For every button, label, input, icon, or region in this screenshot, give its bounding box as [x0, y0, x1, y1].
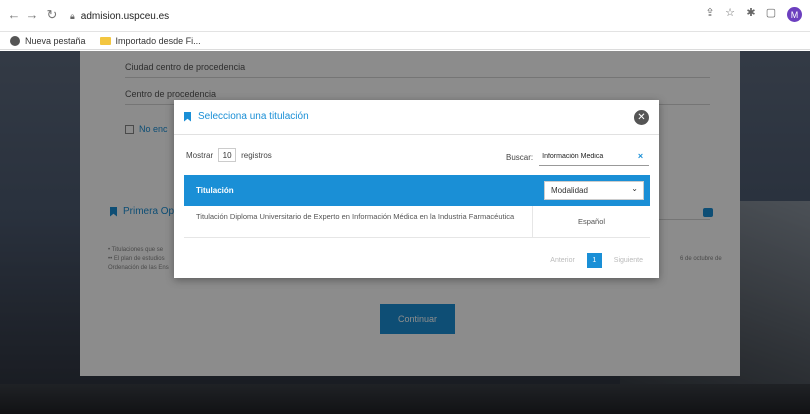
modal-header: Selecciona una titulación ✕: [174, 100, 659, 135]
globe-icon: [10, 35, 20, 46]
close-icon[interactable]: ✕: [634, 110, 649, 125]
entries-select[interactable]: 10: [218, 148, 237, 162]
pagination: Anterior 1 Siguiente: [550, 253, 643, 268]
show-label: Mostrar: [186, 150, 214, 160]
modality-select[interactable]: Modalidad ⌄: [544, 181, 644, 200]
browser-toolbar: ← → ↻ 🔒︎ admision.uspceu.es ⇪ ☆ ✱ ▢ M: [0, 0, 810, 32]
clear-icon[interactable]: ×: [638, 151, 643, 161]
profile-avatar[interactable]: M: [787, 7, 802, 22]
share-icon[interactable]: ⇪: [702, 6, 718, 19]
extensions-icon[interactable]: ✱: [743, 6, 759, 19]
table-row[interactable]: Titulación Diploma Universitario de Expe…: [184, 206, 650, 238]
row-title[interactable]: Titulación Diploma Universitario de Expe…: [196, 212, 526, 221]
search-label: Buscar:: [506, 152, 534, 162]
search-input[interactable]: [539, 148, 650, 166]
select-degree-modal: Selecciona una titulación ✕ Mostrar 10 r…: [174, 100, 659, 278]
reload-icon[interactable]: ↻: [44, 7, 60, 23]
col-title[interactable]: Titulación: [196, 186, 234, 195]
bookmark-new-tab[interactable]: Nueva pestaña: [10, 35, 86, 46]
star-icon[interactable]: ☆: [722, 6, 738, 19]
modal-title-row: Selecciona una titulación: [184, 111, 309, 122]
search-row: Buscar: ×: [506, 148, 650, 166]
avatar-letter: M: [790, 9, 799, 20]
next-page-button[interactable]: Siguiente: [614, 257, 643, 264]
bookmark-label: Nueva pestaña: [25, 35, 86, 46]
bookmark-imported[interactable]: Importado desde Fi...: [99, 35, 201, 46]
bookmarks-bar: Nueva pestaña Importado desde Fi...: [0, 32, 810, 50]
lock-icon: 🔒︎: [70, 10, 75, 21]
forward-arrow-icon[interactable]: →: [24, 7, 40, 22]
show-entries: Mostrar 10 registros: [186, 148, 272, 162]
prev-page-button[interactable]: Anterior: [550, 257, 575, 264]
show-suffix: registros: [241, 150, 272, 160]
table-header: Titulación Modalidad ⌄: [184, 175, 650, 206]
bookmark-icon: [184, 111, 191, 122]
chevron-down-icon: ⌄: [631, 184, 638, 193]
row-modality: Español: [577, 217, 606, 226]
search-wrapper: ×: [539, 148, 650, 166]
page-number-button[interactable]: 1: [586, 253, 602, 268]
folder-icon: [99, 36, 111, 45]
address-bar[interactable]: 🔒︎ admision.uspceu.es: [70, 6, 690, 26]
modality-label: Modalidad: [551, 186, 588, 195]
sidepanel-icon[interactable]: ▢: [763, 6, 779, 19]
url-text: admision.uspceu.es: [80, 10, 170, 22]
modal-title: Selecciona una titulación: [198, 111, 309, 122]
back-arrow-icon[interactable]: ←: [6, 7, 22, 22]
bookmark-label: Importado desde Fi...: [115, 35, 201, 46]
